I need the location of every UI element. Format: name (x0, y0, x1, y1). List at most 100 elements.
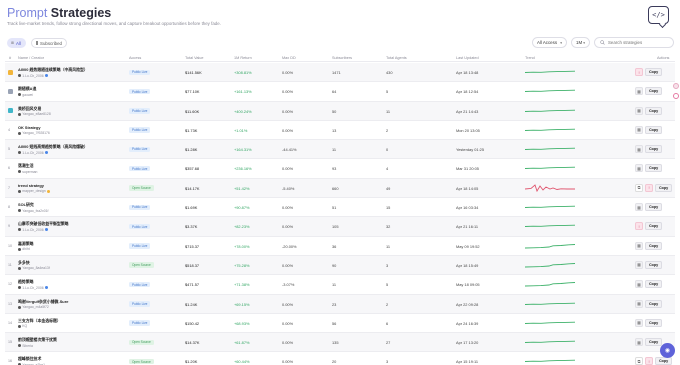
creator[interactable]: superman (18, 170, 37, 174)
period-select[interactable]: 1M ▾ (571, 37, 590, 48)
access-select[interactable]: All Access ▾ (532, 37, 567, 48)
table-row[interactable]: 15 前顶帽壁楼次策干扰策 Siberia Open Source $14.37K +61… (5, 333, 675, 353)
table-row[interactable]: 跟随横A追 gaowei Public Live $77.10K +161.13% 0.0… (5, 82, 675, 102)
copy-button[interactable]: Copy (645, 68, 663, 76)
alert-icon[interactable]: ! (635, 68, 643, 76)
creator[interactable]: gaowei (18, 93, 33, 97)
grid-icon[interactable]: ▦ (635, 125, 643, 134)
table-row[interactable]: 13 鸣谢Vergulf杂货小铺微-Sure Yangao_m4a5f72 Publi… (5, 294, 675, 314)
table-row[interactable]: 9 山寨币突破低收益平衡型策略 1.Lu.Ch_2006 Public Live $3.… (5, 217, 675, 237)
alert-icon[interactable]: ! (635, 222, 643, 231)
col-agents[interactable]: Total Agents (386, 56, 407, 60)
alert-icon[interactable]: ! (645, 357, 653, 365)
table-row[interactable]: 美桥回风交易 Yangao_e8ae8128 Public Live $11.60K +… (5, 101, 675, 121)
strategy-name[interactable]: 前顶帽壁楼次策干扰策 (18, 337, 57, 343)
duplicate-icon[interactable]: ⧉ (635, 357, 643, 365)
strategy-name[interactable]: 三支方阵（本金选标题） (18, 318, 61, 324)
copy-button[interactable]: Copy (645, 203, 663, 212)
grid-icon[interactable]: ▦ (635, 260, 643, 269)
copy-button[interactable]: Copy (645, 280, 663, 289)
copy-button[interactable]: Copy (655, 357, 673, 365)
strategy-name[interactable]: AI000 趋势跟随连续策略（中高风险型） (18, 67, 88, 73)
table-row[interactable]: 16 超峰锁住技术 Yangao_e7be1 Open Source $1.20K +60… (5, 352, 675, 365)
strategy-name[interactable]: 嘉源策略 (18, 241, 34, 247)
strategy-name[interactable]: trend strategy (18, 183, 44, 188)
grid-icon[interactable]: ▦ (635, 241, 643, 250)
floating-indicator-outline[interactable] (673, 93, 679, 99)
copy-button[interactable]: Copy (645, 106, 663, 115)
creator[interactable]: Yangao_m4a5f72 (18, 305, 49, 309)
max-drawdown: 0.00% (282, 301, 294, 307)
filter-all-chip[interactable]: ⊞ All (7, 38, 26, 48)
creator[interactable]: KQ (18, 324, 27, 328)
strategy-name[interactable]: AI000 短线高频趋势策略（高风险爆破） (18, 144, 88, 150)
table-row[interactable]: 7 trend strategy mapper_design Open Source $… (5, 178, 675, 199)
creator[interactable]: mapper_design (18, 189, 50, 193)
table-row[interactable]: 14 三支方阵（本金选标题） KQ Public Live $150.42 +68.93%… (5, 314, 675, 334)
creator[interactable]: 1.Lu.Ch_2006 (18, 286, 48, 290)
copy-button[interactable]: Copy (645, 299, 663, 308)
copy-button[interactable]: Copy (645, 318, 663, 327)
table-row[interactable]: 10 嘉源策略 dhiht Public Live $715.37 +78.00% -20.… (5, 237, 675, 256)
table-row[interactable]: 5 AI000 短线高频趋势策略（高风险爆破） 1.Lu.Ch_2006 Public… (5, 140, 675, 160)
chat-assistant-button[interactable]: ◉ (660, 343, 675, 358)
creator[interactable]: 1.Lu.Ch_2006 (18, 228, 48, 232)
strategy-name[interactable]: 山寨币突破低收益平衡型策略 (18, 221, 69, 227)
grid-icon[interactable]: ▦ (635, 106, 643, 115)
creator[interactable]: Yangao_8a4ea13f (18, 266, 50, 270)
grid-icon[interactable]: ▦ (635, 145, 643, 154)
strategy-name[interactable]: 美桥回风交易 (18, 106, 41, 112)
strategy-name[interactable]: 趋势策略 (18, 279, 34, 285)
strategy-name[interactable]: 多多快 (18, 260, 30, 266)
creator[interactable]: 1.Lu.Ch_2006 (18, 151, 48, 155)
copy-button[interactable]: Copy (645, 241, 663, 250)
strategy-name[interactable]: SOL研究 (18, 202, 34, 208)
table-row[interactable]: 4 OK Strategy Yangao_7f928176 Public Live $1… (5, 121, 675, 141)
table-row[interactable]: 12 趋势策略 1.Lu.Ch_2006 Public Live $471.57 +71.… (5, 275, 675, 295)
copy-button[interactable]: Copy (645, 222, 663, 231)
copy-button[interactable]: Copy (645, 260, 663, 269)
table-row[interactable]: 8 SOL研究 Yangao_fxa2x01f Public Live $1.69K +9… (5, 198, 675, 218)
search-input[interactable] (608, 40, 668, 45)
strategy-name[interactable]: OK Strategy (18, 125, 41, 130)
table-row[interactable]: 6 落潮生活 superman Public Live $357.68 +236.16% 0… (5, 159, 675, 179)
floating-indicator[interactable] (673, 83, 679, 89)
grid-icon[interactable]: ▦ (635, 318, 643, 327)
creator[interactable]: Yangao_fxa2x01f (18, 209, 48, 213)
filter-subscribed-chip[interactable]: Subscribed (31, 38, 67, 48)
creator[interactable]: dhiht (18, 247, 30, 251)
grid-icon[interactable]: ▦ (635, 164, 643, 173)
duplicate-icon[interactable]: ⧉ (635, 183, 643, 192)
grid-icon[interactable]: ▦ (635, 87, 643, 96)
col-return[interactable]: 1M Return (234, 56, 252, 60)
search-field[interactable] (594, 37, 674, 48)
strategy-name[interactable]: 超峰锁住技术 (18, 356, 41, 362)
col-total-value[interactable]: Total Value (185, 56, 204, 60)
grid-icon[interactable]: ▦ (635, 280, 643, 289)
grid-icon[interactable]: ▦ (635, 338, 643, 347)
copy-button[interactable]: Copy (645, 87, 663, 96)
col-name[interactable]: Name / Creator (18, 56, 44, 60)
creator[interactable]: Siberia (18, 344, 33, 348)
copy-button[interactable]: Copy (645, 164, 663, 173)
creator[interactable]: 1.Lu.Ch_2006 (18, 74, 48, 78)
strategy-name[interactable]: 鸣谢Vergulf杂货小铺微-Sure (18, 299, 68, 305)
copy-button[interactable]: Copy (645, 125, 663, 134)
col-access[interactable]: Access (129, 56, 141, 60)
col-updated[interactable]: Last Updated (456, 56, 479, 60)
creator[interactable]: Yangao_e8ae8128 (18, 112, 51, 116)
strategy-name[interactable]: 落潮生活 (18, 163, 34, 169)
grid-icon[interactable]: ▦ (635, 203, 643, 212)
copy-button[interactable]: Copy (645, 145, 663, 154)
table-row[interactable]: 11 多多快 Yangao_8a4ea13f Open Source $518.37 +7… (5, 255, 675, 276)
copy-button[interactable]: Copy (655, 183, 673, 192)
col-rank[interactable]: # (9, 56, 11, 60)
strategy-name[interactable]: 跟随横A追 (18, 86, 36, 92)
col-max-dd[interactable]: Max DD (282, 56, 296, 60)
copy-button[interactable]: Copy (645, 338, 663, 347)
grid-icon[interactable]: ▦ (635, 299, 643, 308)
table-row[interactable]: AI000 趋势跟随连续策略（中高风险型） 1.Lu.Ch_2006 Public … (5, 63, 675, 83)
creator[interactable]: Yangao_7f928176 (18, 131, 50, 135)
col-subscribers[interactable]: Subscribers (332, 56, 352, 60)
alert-icon[interactable]: ! (645, 183, 653, 192)
